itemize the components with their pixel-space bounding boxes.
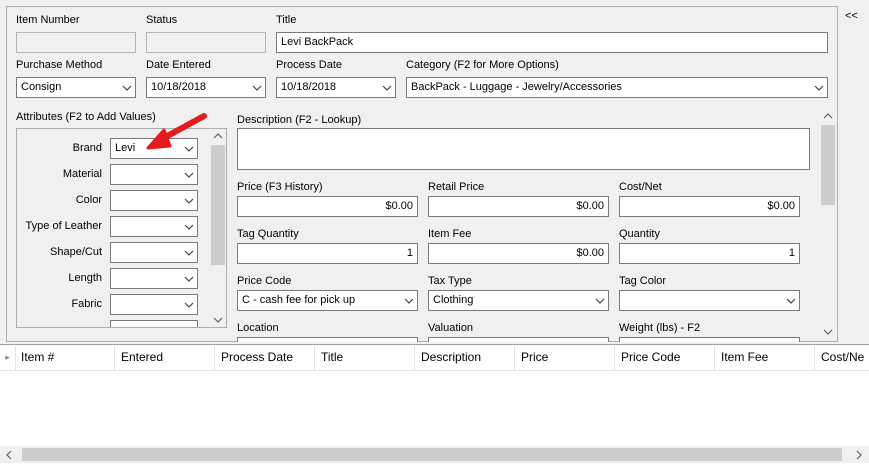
tag-quantity-label: Tag Quantity bbox=[237, 228, 299, 240]
purchase-method-select[interactable]: Consign bbox=[16, 77, 136, 98]
attributes-scroll-thumb[interactable] bbox=[211, 145, 225, 265]
process-date-picker[interactable]: 10/18/2018 bbox=[276, 77, 396, 98]
title-label: Title bbox=[276, 14, 297, 26]
chevron-down-icon bbox=[184, 198, 194, 204]
title-input[interactable]: Levi BackPack bbox=[276, 32, 828, 53]
cost-net-label: Cost/Net bbox=[619, 181, 662, 193]
chevron-down-icon bbox=[404, 298, 414, 304]
attribute-label: Material bbox=[62, 168, 102, 180]
attributes-panel: Brand Levi Material Color Type of Leather Sha… bbox=[16, 128, 227, 328]
price-input[interactable]: $0.00 bbox=[237, 196, 418, 217]
chevron-down-icon bbox=[184, 224, 194, 230]
scroll-down-icon[interactable] bbox=[213, 315, 223, 325]
description-label: Description (F2 - Lookup) bbox=[237, 114, 362, 126]
quantity-input[interactable]: 1 bbox=[619, 243, 800, 264]
attribute-label: Brand bbox=[72, 142, 102, 154]
cost-net-input[interactable]: $0.00 bbox=[619, 196, 800, 217]
column-header[interactable]: Item Fee bbox=[715, 346, 815, 370]
attribute-select[interactable] bbox=[110, 294, 198, 315]
attribute-label: Shape/Cut bbox=[50, 246, 102, 258]
price-code-label: Price Code bbox=[237, 275, 292, 287]
details-scrollbar[interactable] bbox=[820, 108, 836, 340]
chevron-down-icon bbox=[786, 298, 796, 304]
attribute-select[interactable] bbox=[110, 320, 198, 327]
attribute-label: Fabric bbox=[71, 298, 102, 310]
item-fee-input[interactable]: $0.00 bbox=[428, 243, 609, 264]
attribute-select[interactable] bbox=[110, 268, 198, 289]
column-header[interactable]: Description bbox=[415, 346, 515, 370]
item-number-label: Item Number bbox=[16, 14, 80, 26]
details-scroll-thumb[interactable] bbox=[821, 125, 835, 205]
process-date-label: Process Date bbox=[276, 59, 343, 71]
chevron-down-icon bbox=[184, 250, 194, 256]
chevron-down-icon bbox=[252, 85, 262, 91]
weight-label: Weight (lbs) - F2 bbox=[619, 322, 701, 334]
process-date-value: 10/18/2018 bbox=[281, 81, 337, 93]
annotation-arrow-icon bbox=[146, 113, 207, 150]
attribute-select[interactable] bbox=[110, 190, 198, 211]
description-textarea[interactable] bbox=[237, 128, 810, 170]
purchase-method-value: Consign bbox=[21, 81, 62, 93]
column-header[interactable]: Cost/Ne bbox=[815, 346, 869, 370]
scroll-up-icon[interactable] bbox=[213, 131, 223, 141]
attribute-label: Length bbox=[68, 272, 102, 284]
item-number-field bbox=[16, 32, 136, 53]
chevron-down-icon bbox=[814, 85, 824, 91]
scroll-down-icon[interactable] bbox=[823, 327, 833, 337]
category-value: BackPack - Luggage - Jewelry/Accessories bbox=[411, 81, 622, 93]
chevron-down-icon bbox=[595, 298, 605, 304]
category-select[interactable]: BackPack - Luggage - Jewelry/Accessories bbox=[406, 77, 828, 98]
attributes-scrollbar[interactable] bbox=[210, 129, 226, 327]
column-header[interactable]: Item # bbox=[15, 346, 115, 370]
price-code-value: C - cash fee for pick up bbox=[242, 294, 356, 306]
price-code-select[interactable]: C - cash fee for pick up bbox=[237, 290, 418, 311]
valuation-input[interactable] bbox=[428, 337, 609, 342]
items-grid-header: ▸ Item # Entered Process Date Title Descript… bbox=[0, 346, 869, 371]
attribute-label: Color bbox=[75, 194, 102, 206]
grid-scroll-thumb[interactable] bbox=[22, 448, 842, 461]
column-header[interactable]: Title bbox=[315, 346, 415, 370]
scroll-up-icon[interactable] bbox=[823, 111, 833, 121]
quantity-label: Quantity bbox=[619, 228, 660, 240]
chevron-down-icon bbox=[382, 85, 392, 91]
attribute-label: Type of Leather bbox=[25, 220, 102, 232]
chevron-down-icon bbox=[122, 85, 132, 91]
valuation-label: Valuation bbox=[428, 322, 474, 334]
row-indicator-header: ▸ bbox=[0, 346, 16, 370]
collapse-panel-button[interactable]: << bbox=[845, 10, 858, 22]
chevron-down-icon bbox=[184, 302, 194, 308]
tax-type-label: Tax Type bbox=[428, 275, 472, 287]
scroll-left-icon[interactable] bbox=[4, 450, 14, 460]
chevron-down-icon bbox=[184, 276, 194, 282]
tag-color-select[interactable] bbox=[619, 290, 800, 311]
status-label: Status bbox=[146, 14, 178, 26]
grid-horizontal-scrollbar[interactable] bbox=[0, 446, 869, 463]
location-input[interactable] bbox=[237, 337, 418, 342]
column-header[interactable]: Process Date bbox=[215, 346, 315, 370]
date-entered-value: 10/18/2018 bbox=[151, 81, 207, 93]
chevron-down-icon bbox=[184, 172, 194, 178]
date-entered-label: Date Entered bbox=[146, 59, 211, 71]
weight-input[interactable] bbox=[619, 337, 800, 342]
tax-type-select[interactable]: Clothing bbox=[428, 290, 609, 311]
scroll-right-icon[interactable] bbox=[854, 450, 864, 460]
tax-type-value: Clothing bbox=[433, 294, 474, 306]
column-header[interactable]: Entered bbox=[115, 346, 215, 370]
tag-quantity-input[interactable]: 1 bbox=[237, 243, 418, 264]
tag-color-label: Tag Color bbox=[619, 275, 667, 287]
attribute-select[interactable] bbox=[110, 164, 198, 185]
category-label: Category (F2 for More Options) bbox=[406, 59, 559, 71]
retail-price-input[interactable]: $0.00 bbox=[428, 196, 609, 217]
column-header[interactable]: Price bbox=[515, 346, 615, 370]
status-field bbox=[146, 32, 266, 53]
purchase-method-label: Purchase Method bbox=[16, 59, 103, 71]
retail-price-label: Retail Price bbox=[428, 181, 485, 193]
attribute-select[interactable] bbox=[110, 242, 198, 263]
item-fee-label: Item Fee bbox=[428, 228, 472, 240]
date-entered-picker[interactable]: 10/18/2018 bbox=[146, 77, 266, 98]
column-header[interactable]: Price Code bbox=[615, 346, 715, 370]
location-label: Location bbox=[237, 322, 279, 334]
attribute-select[interactable] bbox=[110, 216, 198, 237]
price-label: Price (F3 History) bbox=[237, 181, 323, 193]
